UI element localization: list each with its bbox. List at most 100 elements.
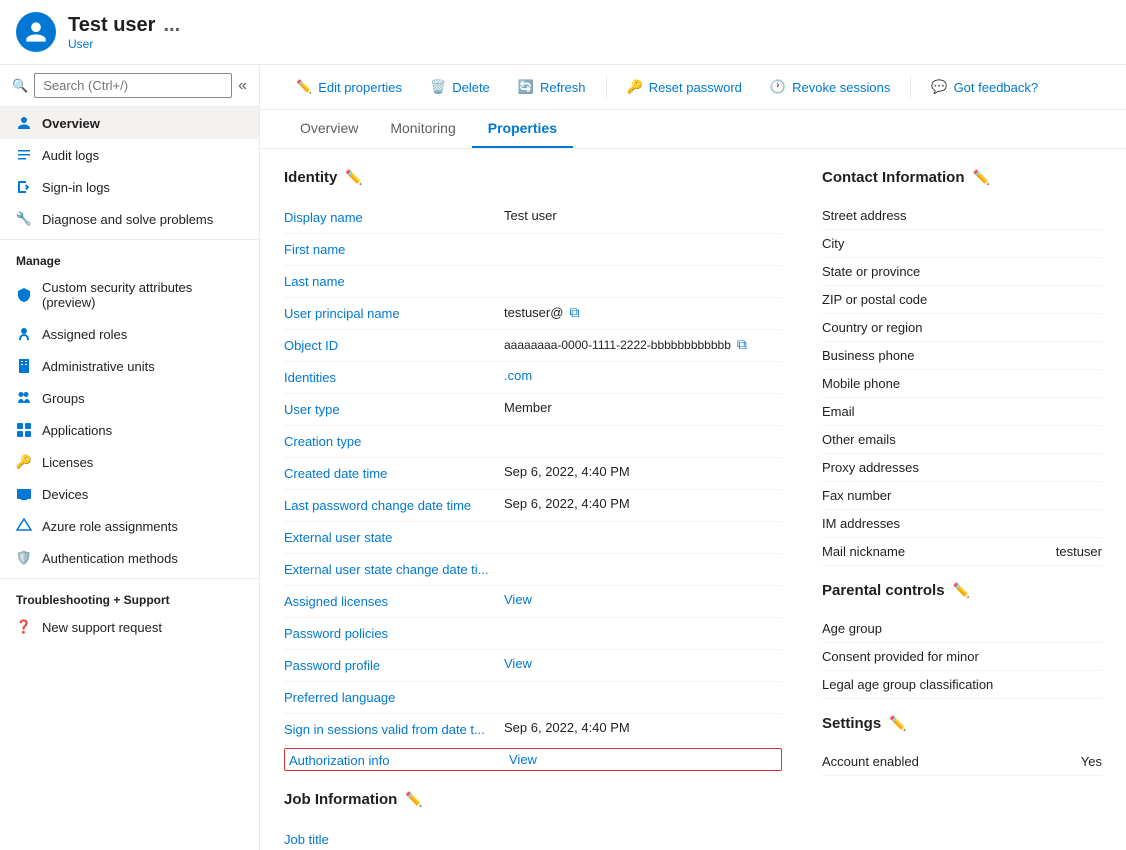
refresh-button[interactable]: 🔄 Refresh xyxy=(506,73,598,101)
contact-title-text: Contact Information xyxy=(822,169,965,186)
reset-password-label: Reset password xyxy=(649,80,742,95)
field-legal-age: Legal age group classification xyxy=(822,671,1102,699)
toolbar-separator-1 xyxy=(606,75,607,99)
sidebar-item-diagnose[interactable]: 🔧 Diagnose and solve problems xyxy=(0,203,259,235)
sidebar-item-support[interactable]: ❓ New support request xyxy=(0,611,259,643)
copy-icon[interactable]: ⧉ xyxy=(569,304,579,321)
building-icon xyxy=(16,358,32,374)
field-label: Account enabled xyxy=(822,754,1081,769)
field-object-id: Object ID aaaaaaaa-0000-1111-2222-bbbbbb… xyxy=(284,330,782,362)
edit-properties-button[interactable]: ✏️ Edit properties xyxy=(284,73,414,101)
view-link[interactable]: View xyxy=(509,752,537,767)
delete-button[interactable]: 🗑️ Delete xyxy=(418,73,502,101)
view-link[interactable]: View xyxy=(504,656,532,671)
field-signin-sessions: Sign in sessions valid from date t... Se… xyxy=(284,714,782,746)
job-info-section-title: Job Information ✏️ xyxy=(284,791,782,808)
field-upn: User principal name testuser@ ⧉ xyxy=(284,298,782,330)
field-business-phone: Business phone xyxy=(822,342,1102,370)
field-label: Street address xyxy=(822,208,1102,223)
field-label: IM addresses xyxy=(822,516,1102,531)
sidebar-item-audit-logs[interactable]: Audit logs xyxy=(0,139,259,171)
field-label: State or province xyxy=(822,264,1102,279)
field-label: Authorization info xyxy=(289,751,509,768)
support-icon: ❓ xyxy=(16,619,32,635)
field-label: Assigned licenses xyxy=(284,592,504,609)
feedback-button[interactable]: 💬 Got feedback? xyxy=(919,73,1050,101)
revoke-sessions-button[interactable]: 🕐 Revoke sessions xyxy=(758,73,902,101)
sidebar-item-overview[interactable]: Overview xyxy=(0,107,259,139)
sidebar-search-container: 🔍 « xyxy=(0,65,259,107)
field-value: Test user xyxy=(504,208,782,223)
field-fax: Fax number xyxy=(822,482,1102,510)
sidebar-item-signin-logs[interactable]: Sign-in logs xyxy=(0,171,259,203)
toolbar-separator-2 xyxy=(910,75,911,99)
field-label: External user state change date ti... xyxy=(284,560,504,577)
list-icon xyxy=(16,147,32,163)
field-value: .com xyxy=(504,368,782,383)
identity-edit-icon[interactable]: ✏️ xyxy=(345,169,362,186)
auth-icon: 🛡️ xyxy=(16,550,32,566)
person-icon xyxy=(16,115,32,131)
search-input[interactable] xyxy=(34,73,232,98)
field-ext-user-state: External user state xyxy=(284,522,782,554)
field-label: External user state xyxy=(284,528,504,545)
field-country: Country or region xyxy=(822,314,1102,342)
sidebar-item-licenses[interactable]: 🔑 Licenses xyxy=(0,446,259,478)
sidebar-item-azure-roles[interactable]: Azure role assignments xyxy=(0,510,259,542)
field-zip: ZIP or postal code xyxy=(822,286,1102,314)
more-options-icon[interactable]: ... xyxy=(163,14,180,37)
sidebar-item-assigned-roles[interactable]: Assigned roles xyxy=(0,318,259,350)
sidebar-item-devices[interactable]: Devices xyxy=(0,478,259,510)
field-consent-minor: Consent provided for minor xyxy=(822,643,1102,671)
parental-section-title: Parental controls ✏️ xyxy=(822,582,1102,599)
sidebar-item-custom-security[interactable]: Custom security attributes (preview) xyxy=(0,272,259,318)
field-label: Fax number xyxy=(822,488,1102,503)
title-text: Test user xyxy=(68,14,155,37)
contact-edit-icon[interactable]: ✏️ xyxy=(973,169,990,186)
sidebar-item-label: Custom security attributes (preview) xyxy=(42,280,243,310)
search-icon: 🔍 xyxy=(12,78,28,94)
sidebar-item-auth-methods[interactable]: 🛡️ Authentication methods xyxy=(0,542,259,574)
refresh-icon: 🔄 xyxy=(518,79,534,95)
field-value: View xyxy=(504,592,782,607)
view-link[interactable]: View xyxy=(504,592,532,607)
main-layout: 🔍 « Overview Audit logs Sign-in logs 🔧 D… xyxy=(0,65,1126,850)
sidebar-item-label: Overview xyxy=(42,116,100,131)
field-preferred-lang: Preferred language xyxy=(284,682,782,714)
sidebar-item-label: Authentication methods xyxy=(42,551,178,566)
copy-icon[interactable]: ⧉ xyxy=(737,336,747,353)
page-subtitle: User xyxy=(68,37,1110,51)
collapse-icon[interactable]: « xyxy=(238,77,247,95)
sidebar-item-admin-units[interactable]: Administrative units xyxy=(0,350,259,382)
field-label: ZIP or postal code xyxy=(822,292,1102,307)
job-edit-icon[interactable]: ✏️ xyxy=(405,791,422,808)
field-value: Sep 6, 2022, 4:40 PM xyxy=(504,496,782,511)
field-label: Email xyxy=(822,404,1102,419)
tab-monitoring[interactable]: Monitoring xyxy=(374,110,471,148)
sidebar-item-applications[interactable]: Applications xyxy=(0,414,259,446)
wrench-icon: 🔧 xyxy=(16,211,32,227)
field-label: Identities xyxy=(284,368,504,385)
field-label: Creation type xyxy=(284,432,504,449)
key-icon: 🔑 xyxy=(16,454,32,470)
field-label: User type xyxy=(284,400,504,417)
sidebar-divider xyxy=(0,239,259,240)
device-icon xyxy=(16,486,32,502)
parental-edit-icon[interactable]: ✏️ xyxy=(953,582,970,599)
field-label: First name xyxy=(284,240,504,257)
field-email: Email xyxy=(822,398,1102,426)
sidebar-item-groups[interactable]: Groups xyxy=(0,382,259,414)
field-pw-policies: Password policies xyxy=(284,618,782,650)
field-age-group: Age group xyxy=(822,615,1102,643)
tab-properties[interactable]: Properties xyxy=(472,110,573,148)
field-label: Password profile xyxy=(284,656,504,673)
settings-edit-icon[interactable]: ✏️ xyxy=(889,715,906,732)
page-title: Test user ... xyxy=(68,14,1110,37)
properties-left: Identity ✏️ Display name Test user First… xyxy=(284,169,782,850)
manage-section-label: Manage xyxy=(0,244,259,272)
tabs-bar: Overview Monitoring Properties xyxy=(260,110,1126,149)
tab-overview[interactable]: Overview xyxy=(284,110,374,148)
sidebar-item-label: Assigned roles xyxy=(42,327,127,342)
feedback-label: Got feedback? xyxy=(954,80,1039,95)
reset-password-button[interactable]: 🔑 Reset password xyxy=(615,73,754,101)
